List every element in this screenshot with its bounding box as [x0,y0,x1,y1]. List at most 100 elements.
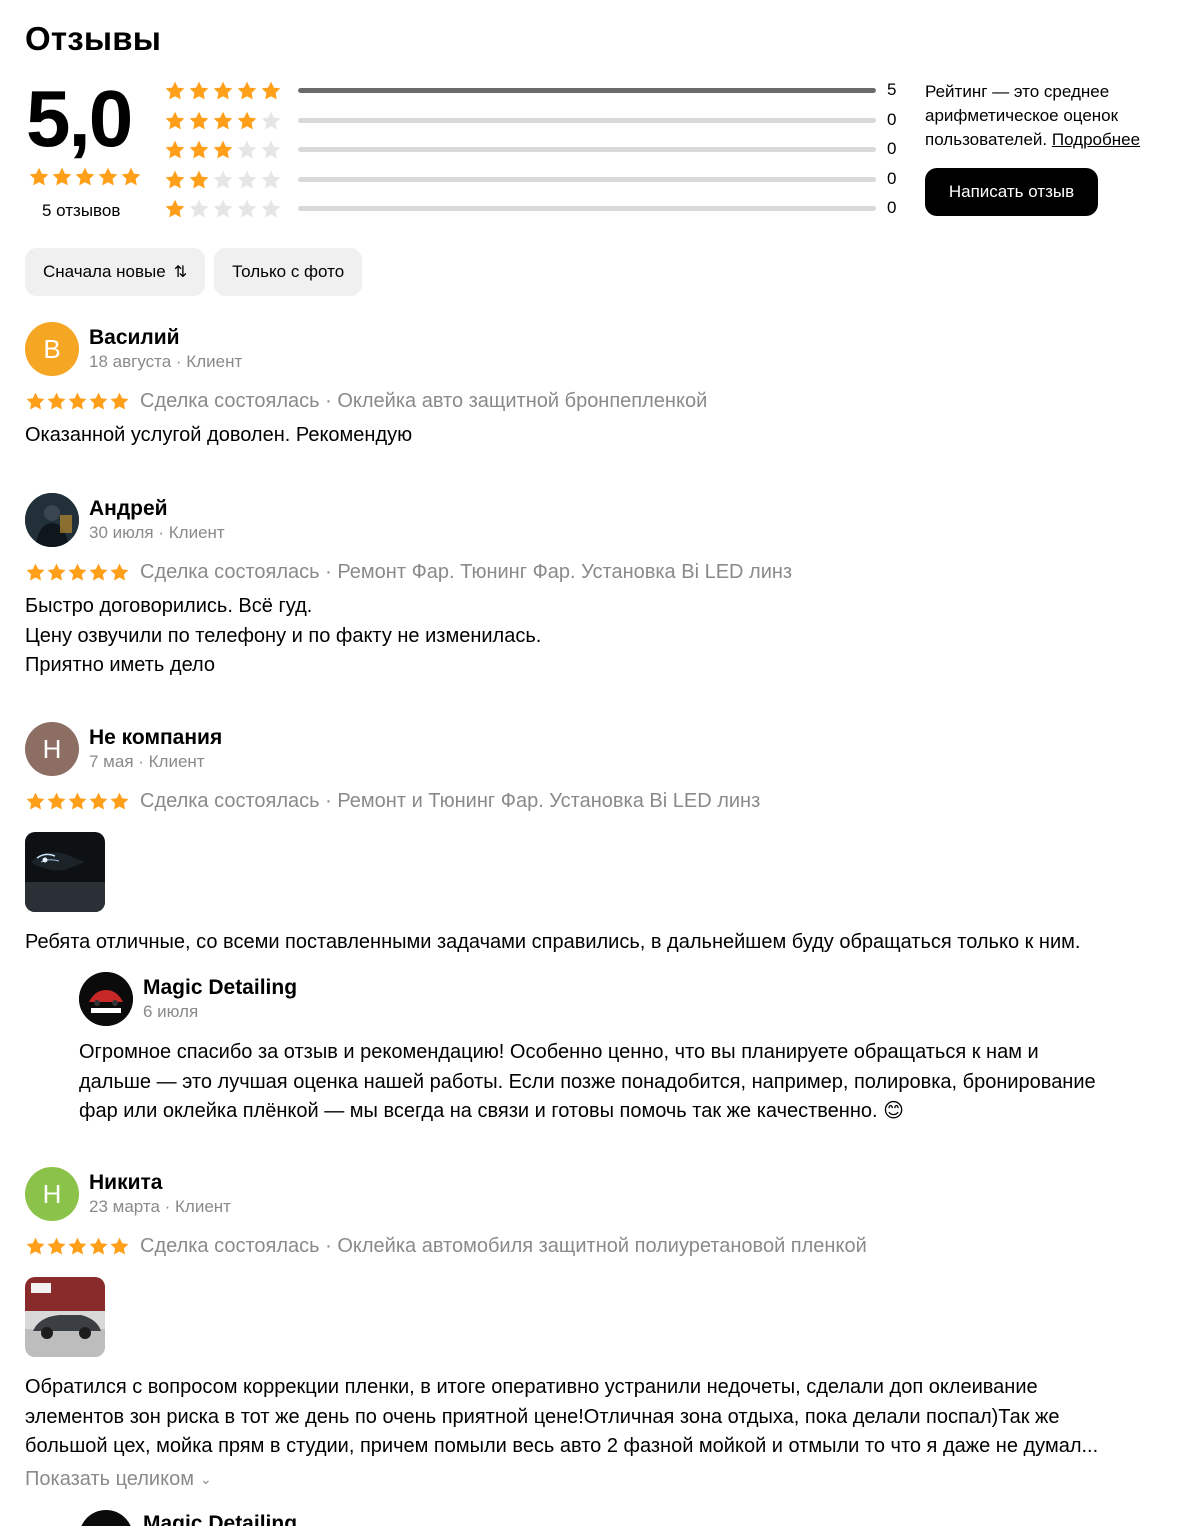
average-score: 5,0 [26,74,133,163]
star-empty-icon [260,110,282,132]
photo-filter-label: Только с фото [232,262,345,281]
rating-count: 0 [887,139,897,158]
review-stars [25,391,130,412]
review-rating-line: Сделка состоялась · Ремонт и Тюнинг Фар.… [25,790,760,813]
rating-row-stars [164,80,282,102]
review-item: Н Не компания 7 мая · Клиент Сделка сост… [25,722,1165,1142]
rating-bar [298,117,876,123]
review-rating-line: Сделка состоялась · Оклейка автомобиля з… [25,1235,867,1258]
author-role: Клиент [175,1197,231,1216]
reply-text-line: Огромное спасибо за отзыв и рекомендацию… [79,1041,1039,1063]
star-filled-icon [236,110,258,132]
page-title: Отзывы [25,20,162,57]
avatar-photo [25,493,79,547]
deal-status: Сделка состоялась [140,790,320,812]
rating-row-3: 0 [164,137,904,167]
star-filled-icon [164,169,186,191]
service-name: Ремонт и Тюнинг Фар. Установка Bi LED ли… [337,790,761,812]
star-filled-icon [212,80,234,102]
deal-status: Сделка состоялась [140,1235,320,1257]
chevron-down-icon: ⌄ [199,1471,212,1487]
star-empty-icon [188,198,210,220]
star-filled-icon [188,80,210,102]
star-filled-icon [25,562,46,583]
star-empty-icon [212,198,234,220]
review-photo[interactable] [25,1277,105,1357]
star-filled-icon [164,110,186,132]
star-filled-icon [51,166,73,188]
star-empty-icon [212,169,234,191]
star-filled-icon [88,1236,109,1257]
star-filled-icon [88,562,109,583]
rating-row-stars [164,110,282,132]
reply-text-line: дальше — это лучшая оценка нашей работы.… [79,1070,1096,1093]
review-date: 18 августа [89,352,172,371]
review-rating-line: Сделка состоялась · Ремонт Фар. Тюнинг Ф… [25,561,792,584]
star-filled-icon [212,110,234,132]
avatar: Н [25,722,79,776]
company-logo [79,972,133,1026]
review-stars [25,1236,130,1257]
rating-row-stars [164,139,282,161]
review-stars [25,562,130,583]
company-name[interactable]: Magic Detailing [143,1512,297,1526]
star-filled-icon [164,139,186,161]
star-filled-icon [120,166,142,188]
star-empty-icon [260,198,282,220]
review-text: Быстро договорились. Всё гуд. Цену озвуч… [25,592,541,681]
review-text-line: элементов зон риска в тот же день по оче… [25,1405,1060,1428]
author-role: Клиент [168,523,225,542]
star-filled-icon [188,110,210,132]
review-meta: 23 марта · Клиент [89,1197,231,1216]
author-name[interactable]: Андрей [89,497,168,521]
avatar-initial: В [43,333,61,364]
rating-row-5: 5 [164,78,904,108]
star-filled-icon [164,198,186,220]
rating-info: Рейтинг — это среднее арифметическое оце… [925,80,1165,152]
star-empty-icon [236,169,258,191]
star-filled-icon [25,391,46,412]
review-text-line: Ребята отличные, со всеми поставленными … [25,931,1081,953]
review-text: Ребята отличные, со всеми поставленными … [25,928,1080,958]
star-empty-icon [236,198,258,220]
star-filled-icon [46,791,67,812]
show-more-link[interactable]: Показать целиком ⌄ [25,1468,212,1491]
star-filled-icon [67,562,88,583]
star-filled-icon [74,166,96,188]
sort-label: Сначала новые [43,262,166,281]
reply-text-line: фар или оклейка плёнкой — мы всегда на с… [79,1100,904,1122]
star-filled-icon [212,139,234,161]
reply-date: 6 июля [143,1002,199,1021]
review-stars [25,791,130,812]
avatar: Н [25,1167,79,1221]
company-name[interactable]: Magic Detailing [143,976,297,1000]
star-filled-icon [236,80,258,102]
rating-count: 0 [887,198,897,217]
avatar: В [25,322,79,376]
filters: Сначала новые ⇅ Только с фото [25,248,363,296]
author-name[interactable]: Василий [89,326,180,350]
rating-row-2: 0 [164,167,904,197]
review-text-line: Цену озвучили по телефону и по факту не … [25,624,542,647]
deal-status: Сделка состоялась [140,390,320,412]
author-name[interactable]: Никита [89,1171,162,1195]
photo-filter-chip[interactable]: Только с фото [214,248,363,296]
review-item: В Василий 18 августа · Клиент Сделка сос… [25,322,1165,452]
star-filled-icon [67,1236,88,1257]
review-meta: 18 августа · Клиент [89,352,243,371]
review-text-line: Обратился с вопросом коррекции пленки, в… [25,1376,1038,1398]
sort-arrows-icon: ⇅ [173,264,188,281]
company-avatar [79,1510,133,1526]
author-name[interactable]: Не компания [89,726,222,750]
star-filled-icon [88,791,109,812]
service-name: Оклейка авто защитной бронпепленкой [337,390,708,412]
write-review-button[interactable]: Написать отзыв [925,168,1098,216]
rating-bar [298,206,876,211]
star-filled-icon [46,562,67,583]
sort-chip[interactable]: Сначала новые ⇅ [25,248,206,296]
review-text: Оказанной услугой доволен. Рекомендую [25,421,412,451]
star-filled-icon [25,791,46,812]
review-photo[interactable] [25,832,105,912]
avatar [25,493,79,547]
more-link[interactable]: Подробнее [1052,130,1140,149]
